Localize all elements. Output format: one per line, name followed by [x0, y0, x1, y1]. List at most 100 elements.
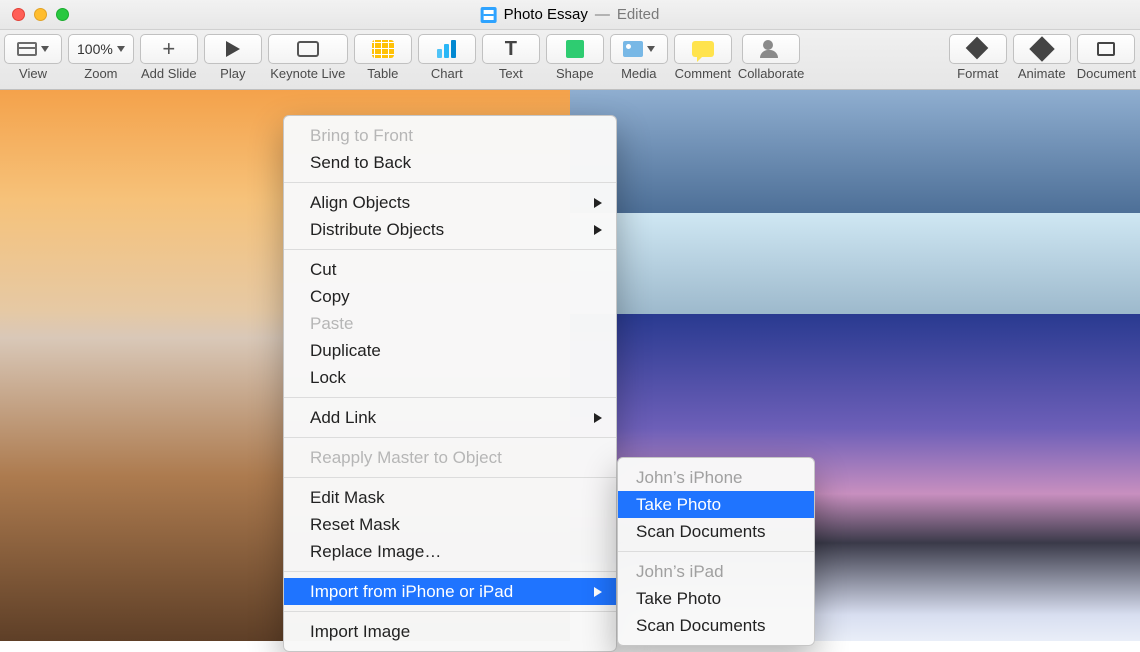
menu-separator — [284, 182, 616, 183]
table-button[interactable] — [354, 34, 412, 64]
submenu-ipad-scan-documents[interactable]: Scan Documents — [618, 612, 814, 639]
comment-icon — [692, 41, 714, 57]
zoom-button[interactable]: 100% — [68, 34, 134, 64]
media-tool: Media — [610, 34, 668, 81]
menu-reapply-master: Reapply Master to Object — [284, 444, 616, 471]
submenu-iphone-take-photo[interactable]: Take Photo — [618, 491, 814, 518]
shape-label: Shape — [556, 66, 594, 81]
keynote-live-tool: Keynote Live — [268, 34, 348, 81]
play-tool: Play — [204, 34, 262, 81]
animate-button[interactable] — [1013, 34, 1071, 64]
format-label: Format — [957, 66, 998, 81]
media-label: Media — [621, 66, 656, 81]
document-button[interactable] — [1077, 34, 1135, 64]
close-window-button[interactable] — [12, 8, 25, 21]
zoom-value: 100% — [77, 41, 113, 57]
document-label: Document — [1077, 66, 1136, 81]
keynote-live-icon — [297, 41, 319, 57]
media-button[interactable] — [610, 34, 668, 64]
submenu-ipad-take-photo[interactable]: Take Photo — [618, 585, 814, 612]
menu-separator — [284, 611, 616, 612]
chevron-down-icon — [647, 46, 655, 52]
text-button[interactable]: T — [482, 34, 540, 64]
keynote-doc-icon — [481, 7, 497, 23]
submenu-arrow-icon — [594, 198, 602, 208]
menu-send-to-back[interactable]: Send to Back — [284, 149, 616, 176]
text-label: Text — [499, 66, 523, 81]
plus-icon: + — [162, 38, 175, 60]
zoom-window-button[interactable] — [56, 8, 69, 21]
menu-duplicate[interactable]: Duplicate — [284, 337, 616, 364]
table-tool: Table — [354, 34, 412, 81]
menu-separator — [284, 437, 616, 438]
shape-tool: Shape — [546, 34, 604, 81]
format-tool: Format — [949, 34, 1007, 81]
keynote-live-button[interactable] — [268, 34, 348, 64]
add-slide-label: Add Slide — [141, 66, 197, 81]
menu-bring-to-front: Bring to Front — [284, 122, 616, 149]
continuity-camera-submenu: John’s iPhone Take Photo Scan Documents … — [617, 457, 815, 646]
shape-icon — [566, 40, 584, 58]
chart-icon — [437, 40, 456, 58]
view-button[interactable] — [4, 34, 62, 64]
minimize-window-button[interactable] — [34, 8, 47, 21]
chart-tool: Chart — [418, 34, 476, 81]
animate-icon — [1029, 36, 1054, 61]
play-icon — [226, 41, 240, 57]
menu-replace-image[interactable]: Replace Image… — [284, 538, 616, 565]
shape-button[interactable] — [546, 34, 604, 64]
menu-align-objects[interactable]: Align Objects — [284, 189, 616, 216]
menu-separator — [618, 551, 814, 552]
view-tool: View — [4, 34, 62, 81]
collaborate-tool: Collaborate — [738, 34, 805, 81]
menu-edit-mask[interactable]: Edit Mask — [284, 484, 616, 511]
chevron-down-icon — [117, 46, 125, 52]
menu-import-continuity-label: Import from iPhone or iPad — [310, 582, 513, 601]
toolbar: View 100% Zoom + Add Slide Play Keynote … — [0, 30, 1140, 90]
comment-button[interactable] — [674, 34, 732, 64]
submenu-device-header-iphone: John’s iPhone — [618, 464, 814, 491]
submenu-device-header-ipad: John’s iPad — [618, 558, 814, 585]
document-icon — [1097, 42, 1115, 56]
menu-distribute-objects-label: Distribute Objects — [310, 220, 444, 239]
format-button[interactable] — [949, 34, 1007, 64]
window-title: Photo Essay — Edited — [481, 6, 660, 23]
menu-lock[interactable]: Lock — [284, 364, 616, 391]
chart-button[interactable] — [418, 34, 476, 64]
document-name: Photo Essay — [504, 6, 588, 23]
document-edited-status: Edited — [617, 6, 660, 23]
submenu-iphone-scan-documents[interactable]: Scan Documents — [618, 518, 814, 545]
menu-separator — [284, 397, 616, 398]
title-separator: — — [595, 6, 610, 23]
animate-label: Animate — [1018, 66, 1066, 81]
menu-cut[interactable]: Cut — [284, 256, 616, 283]
animate-tool: Animate — [1013, 34, 1071, 81]
format-icon — [969, 40, 987, 58]
chevron-down-icon — [41, 46, 49, 52]
zoom-tool: 100% Zoom — [68, 34, 134, 81]
text-tool: T Text — [482, 34, 540, 81]
comment-tool: Comment — [674, 34, 732, 81]
menu-distribute-objects[interactable]: Distribute Objects — [284, 216, 616, 243]
traffic-lights — [12, 8, 69, 21]
placed-image-frozen-lake[interactable] — [570, 90, 1140, 314]
menu-separator — [284, 571, 616, 572]
table-label: Table — [367, 66, 398, 81]
collaborate-icon — [760, 40, 782, 58]
add-slide-tool: + Add Slide — [140, 34, 198, 81]
play-button[interactable] — [204, 34, 262, 64]
table-icon — [372, 40, 394, 58]
window-titlebar: Photo Essay — Edited — [0, 0, 1140, 30]
menu-add-link-label: Add Link — [310, 408, 376, 427]
collaborate-label: Collaborate — [738, 66, 805, 81]
view-icon — [17, 42, 37, 56]
menu-import-from-iphone-or-ipad[interactable]: Import from iPhone or iPad — [284, 578, 616, 605]
text-icon: T — [505, 38, 517, 61]
add-slide-button[interactable]: + — [140, 34, 198, 64]
context-menu: Bring to Front Send to Back Align Object… — [283, 115, 617, 652]
menu-add-link[interactable]: Add Link — [284, 404, 616, 431]
menu-copy[interactable]: Copy — [284, 283, 616, 310]
submenu-arrow-icon — [594, 413, 602, 423]
menu-reset-mask[interactable]: Reset Mask — [284, 511, 616, 538]
collaborate-button[interactable] — [742, 34, 800, 64]
